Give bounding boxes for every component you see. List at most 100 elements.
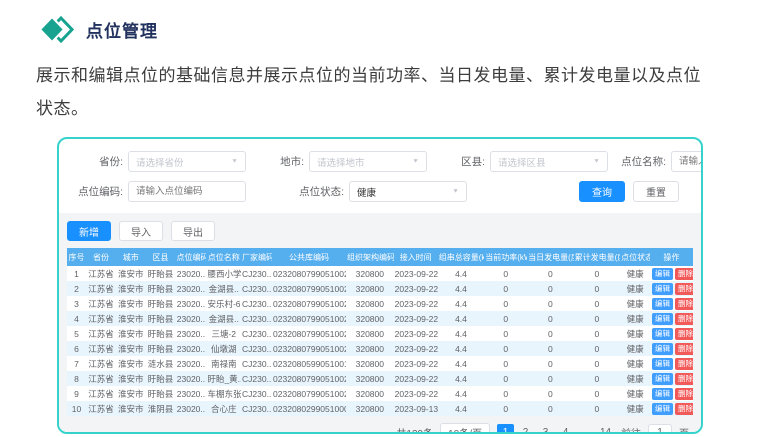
table-cell: 2 — [67, 281, 86, 296]
table-row: 4江苏省淮安市盱眙县23020..金湖县..CJ230..02320807990… — [67, 311, 693, 326]
table-cell: CJ230.. — [241, 356, 272, 371]
delete-button[interactable]: 删除 — [675, 328, 693, 340]
table-cell: 320800 — [346, 401, 394, 416]
export-button[interactable]: 导出 — [171, 221, 215, 241]
page-size-select[interactable]: 10条/页 — [440, 423, 490, 434]
table-header-row: 序号省份城市区县点位编码点位名称厂家编码公共库编码组织架构编码接入时间组串总容量… — [67, 248, 693, 266]
row-actions: 编辑删除 — [650, 386, 693, 401]
add-button[interactable]: 新增 — [67, 221, 111, 241]
district-label: 区县: — [427, 154, 485, 169]
delete-button[interactable]: 删除 — [675, 358, 693, 370]
edit-button[interactable]: 编辑 — [652, 268, 673, 280]
goto-label: 前往 — [621, 425, 641, 435]
table-cell: 合心庄 — [206, 401, 241, 416]
province-placeholder: 请选择省份 — [136, 155, 184, 169]
point-code-filter: 点位编码: — [65, 181, 246, 202]
table-cell: 0 — [527, 296, 574, 311]
table-cell: 盱眙县 — [146, 311, 176, 326]
table-cell: 2023-09-22 — [394, 341, 438, 356]
table-cell: 0 — [527, 326, 574, 341]
reset-button[interactable]: 重置 — [633, 181, 679, 202]
table-cell: 健康 — [620, 341, 650, 356]
page-button[interactable]: 14 — [597, 424, 614, 435]
table-cell: 4.4 — [438, 401, 485, 416]
point-management-page: 点位管理 展示和编辑点位的基础信息并展示点位的当前功率、当日发电量、累计发电量以… — [0, 0, 760, 437]
table-cell: 023208079905100222 — [272, 326, 346, 341]
table-cell: 0 — [574, 386, 621, 401]
table-cell: 23020.. — [175, 356, 206, 371]
edit-button[interactable]: 编辑 — [652, 403, 673, 415]
table-cell: CJ230.. — [241, 311, 272, 326]
table-panel: 新增 导入 导出 序号省份城市区县点位编码点位名称厂家编码公共库编码组织架构编码… — [59, 213, 701, 434]
table-cell: 23020.. — [175, 326, 206, 341]
table-cell: 320800 — [346, 281, 394, 296]
province-select[interactable]: 请选择省份 ▼ — [128, 151, 246, 172]
table-cell: 金湖县.. — [206, 311, 241, 326]
table-cell: 0 — [484, 386, 527, 401]
table-cell: 4.4 — [438, 326, 485, 341]
delete-button[interactable]: 删除 — [675, 313, 693, 325]
edit-button[interactable]: 编辑 — [652, 388, 673, 400]
delete-button[interactable]: 删除 — [675, 298, 693, 310]
table-cell: 023208079905100221 — [272, 311, 346, 326]
edit-button[interactable]: 编辑 — [652, 343, 673, 355]
page-button[interactable]: 3 — [537, 424, 554, 435]
edit-button[interactable]: 编辑 — [652, 358, 673, 370]
filter-bar: 省份: 请选择省份 ▼ 地市: 请选择地市 ▼ 区县: — [59, 139, 701, 213]
table-cell: 5 — [67, 326, 86, 341]
point-name-input[interactable] — [671, 151, 703, 172]
table-cell: 4.4 — [438, 386, 485, 401]
table-cell: 盱眙_黄.. — [206, 371, 241, 386]
table-cell: 23020.. — [175, 401, 206, 416]
delete-button[interactable]: 删除 — [675, 283, 693, 295]
delete-button[interactable]: 删除 — [675, 388, 693, 400]
table-cell: 4.4 — [438, 281, 485, 296]
import-button[interactable]: 导入 — [119, 221, 163, 241]
table-cell: 三塘-2 — [206, 326, 241, 341]
table-cell: 320800 — [346, 326, 394, 341]
delete-button[interactable]: 删除 — [675, 343, 693, 355]
table-cell: CJ230.. — [241, 326, 272, 341]
edit-button[interactable]: 编辑 — [652, 298, 673, 310]
edit-button[interactable]: 编辑 — [652, 328, 673, 340]
table-cell: 4.4 — [438, 311, 485, 326]
city-select[interactable]: 请选择地市 ▼ — [309, 151, 427, 172]
table-cell: 2023-09-13 — [394, 401, 438, 416]
table-cell: 江苏省 — [86, 311, 116, 326]
table-header-cell: 点位编码 — [175, 248, 206, 266]
goto-page-input[interactable] — [648, 424, 672, 435]
table-cell: 0 — [574, 326, 621, 341]
province-label: 省份: — [65, 154, 123, 169]
table-cell: 23020.. — [175, 371, 206, 386]
district-select[interactable]: 请选择区县 ▼ — [490, 151, 608, 172]
point-code-input[interactable] — [128, 181, 246, 202]
filter-buttons: 查询 重置 — [579, 181, 687, 202]
table-cell: 320800 — [346, 371, 394, 386]
page-button[interactable]: 2 — [517, 424, 534, 435]
search-button[interactable]: 查询 — [579, 181, 625, 202]
row-actions: 编辑删除 — [650, 311, 693, 326]
table-cell: 江苏省 — [86, 296, 116, 311]
edit-button[interactable]: 编辑 — [652, 283, 673, 295]
table-cell: 盱眙县 — [146, 266, 176, 281]
table-cell: CJ230.. — [241, 386, 272, 401]
page-button[interactable]: 4 — [557, 424, 574, 435]
table-header-cell: 区县 — [146, 248, 176, 266]
row-actions: 编辑删除 — [650, 341, 693, 356]
delete-button[interactable]: 删除 — [675, 268, 693, 280]
table-cell: 淮安市 — [116, 371, 146, 386]
edit-button[interactable]: 编辑 — [652, 313, 673, 325]
edit-button[interactable]: 编辑 — [652, 373, 673, 385]
pagination: 共139条 10条/页 1234...14 前往 页 — [67, 416, 693, 434]
double-diamond-icon — [40, 16, 74, 43]
page-button[interactable]: 1 — [497, 424, 514, 435]
point-status-select[interactable]: 健康 ▼ — [349, 181, 467, 202]
delete-button[interactable]: 删除 — [675, 403, 693, 415]
table-cell: 盱眙县 — [146, 281, 176, 296]
table-row: 1江苏省淮安市盱眙县23020..腰西小学CJ230..023208079905… — [67, 266, 693, 281]
table-cell: 023208079905100220 — [272, 296, 346, 311]
page-size-value: 10条/页 — [448, 425, 482, 435]
page-ellipsis: ... — [577, 424, 594, 435]
table-cell: 4.4 — [438, 356, 485, 371]
delete-button[interactable]: 删除 — [675, 373, 693, 385]
